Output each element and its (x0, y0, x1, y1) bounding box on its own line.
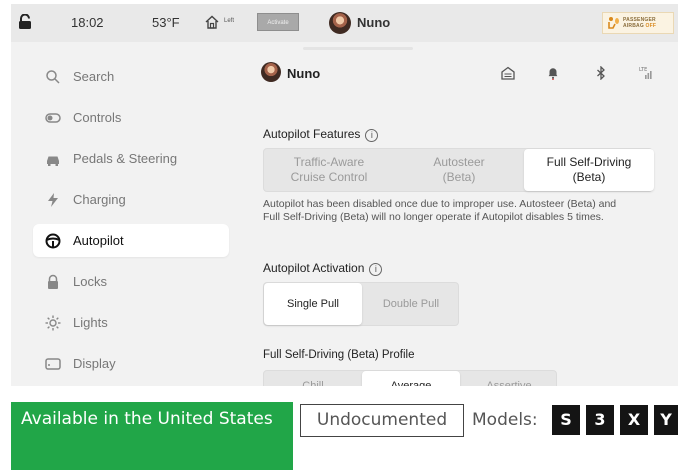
section-title: Full Self-Driving (Beta) Profile (263, 349, 415, 361)
signal-icon: LTE (639, 67, 652, 79)
option-autosteer[interactable]: Autosteer (Beta) (394, 149, 524, 191)
sidebar-item-label: Display (73, 356, 116, 371)
bolt-icon (48, 193, 58, 207)
availability-badge: Available in the United States (11, 402, 293, 470)
status-bar: 18:02 53°F Left Activate Nuno PASSENGER … (11, 4, 678, 42)
info-icon[interactable]: i (369, 263, 383, 276)
clock: 18:02 (71, 15, 104, 30)
sidebar-item-label: Pedals & Steering (73, 151, 178, 166)
settings-sidebar: Search Controls Pedals & Steering Chargi… (11, 56, 251, 386)
sun-icon (45, 315, 61, 331)
option-assertive[interactable]: Assertive (460, 371, 558, 386)
documentation-status-badge: Undocumented (300, 404, 464, 437)
drag-handle[interactable] (303, 47, 413, 50)
sidebar-item-label: Lights (73, 315, 108, 330)
search-icon (46, 70, 60, 84)
option-chill[interactable]: Chill (264, 371, 362, 386)
car-icon (47, 156, 59, 166)
sidebar-item-label: Controls (73, 110, 122, 125)
driver-profile-name[interactable]: Nuno (357, 15, 390, 30)
airbag-status-text: PASSENGER AIRBAG OFF (623, 17, 657, 29)
car-settings-screen: 18:02 53°F Left Activate Nuno PASSENGER … (11, 4, 678, 386)
sidebar-item-label: Search (73, 69, 115, 84)
sidebar-item-locks[interactable]: Locks (33, 265, 229, 298)
outside-temperature: 53°F (152, 15, 180, 30)
sidebar-item-controls[interactable]: Controls (33, 101, 229, 134)
activate-button[interactable]: Activate (257, 13, 299, 31)
sidebar-item-pedals-steering[interactable]: Pedals & Steering (33, 142, 229, 175)
airbag-icon (608, 17, 619, 29)
bell-icon[interactable] (546, 66, 560, 80)
models-label: Models: (472, 410, 538, 430)
avatar[interactable] (329, 12, 351, 34)
info-icon[interactable]: i (365, 129, 379, 142)
sidebar-item-search[interactable]: Search (33, 60, 229, 93)
garage-icon[interactable] (501, 66, 515, 80)
autopilot-features-selector: Traffic-Aware Cruise Control Autosteer (Be… (263, 148, 654, 192)
model-badge-y: Y (654, 405, 678, 435)
autopilot-settings-panel: Nuno LTE Autopilot Features i Traffic-Awa… (261, 56, 678, 386)
sidebar-item-label: Autopilot (73, 233, 124, 248)
profile-name[interactable]: Nuno (287, 66, 320, 81)
sidebar-item-display[interactable]: Display (33, 347, 229, 380)
model-badge-s: S (552, 405, 580, 435)
sidebar-item-label: Locks (73, 274, 107, 289)
homelink-label: Left (224, 18, 235, 24)
option-full-self-driving[interactable]: Full Self-Driving (Beta) (524, 149, 654, 191)
sidebar-item-label: Charging (73, 192, 126, 207)
lock-icon (48, 274, 58, 289)
autopilot-activation-selector: Single Pull Double Pull (263, 282, 459, 326)
homelink-icon[interactable] (204, 14, 220, 30)
sidebar-item-charging[interactable]: Charging (33, 183, 229, 216)
avatar[interactable] (261, 62, 281, 82)
svg-text:LTE: LTE (639, 67, 647, 73)
model-badge-x: X (620, 405, 648, 435)
sidebar-item-autopilot[interactable]: Autopilot (33, 224, 229, 257)
option-traffic-aware-cruise-control[interactable]: Traffic-Aware Cruise Control (264, 149, 394, 191)
option-double-pull[interactable]: Double Pull (362, 283, 460, 325)
section-title: Autopilot Activation i (263, 261, 383, 276)
fsd-profile-selector: Chill Average Assertive (263, 370, 557, 386)
toggle-icon (45, 113, 61, 123)
sidebar-item-lights[interactable]: Lights (33, 306, 229, 339)
bluetooth-icon[interactable] (594, 66, 608, 80)
section-title: Autopilot Features i (263, 127, 379, 142)
display-icon (45, 358, 61, 370)
model-badge-3: 3 (586, 405, 614, 435)
lock-icon[interactable] (18, 14, 32, 30)
option-single-pull[interactable]: Single Pull (264, 283, 362, 325)
steering-wheel-icon (45, 233, 61, 249)
option-average[interactable]: Average (362, 371, 460, 386)
passenger-airbag-indicator: PASSENGER AIRBAG OFF (602, 12, 674, 34)
autopilot-strike-warning: Autopilot has been disabled once due to … (263, 198, 617, 223)
